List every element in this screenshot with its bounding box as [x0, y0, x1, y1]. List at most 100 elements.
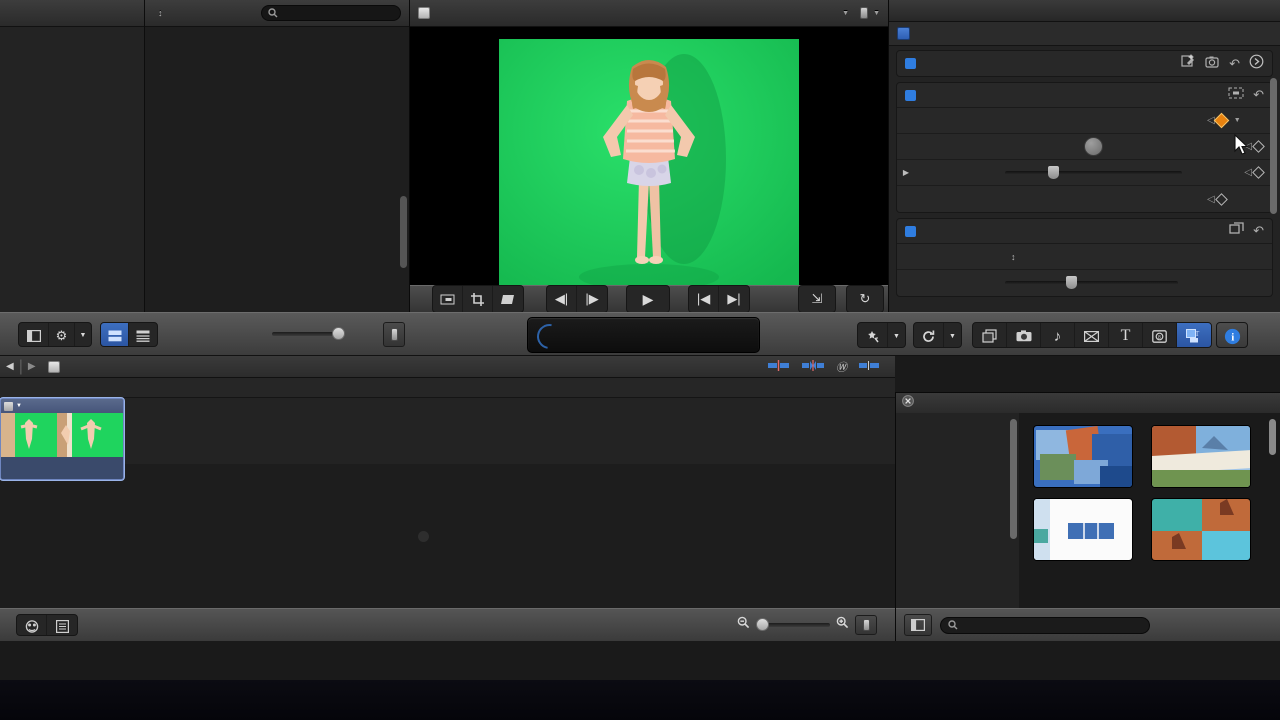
transform-enable-checkbox[interactable]: [905, 89, 916, 101]
play-icon[interactable]: ▶: [627, 286, 669, 312]
clip-duration-slider[interactable]: [272, 327, 345, 340]
gear-icon[interactable]: ⚙: [49, 323, 75, 346]
timeline-canvas[interactable]: ▼: [0, 398, 895, 620]
zoom-menu-chevron-icon[interactable]: ▼: [842, 10, 849, 17]
viewer-display-chevron-icon[interactable]: ▼: [873, 10, 880, 17]
color-board-icon[interactable]: [1181, 54, 1196, 73]
disclosure-icon[interactable]: [1249, 54, 1264, 74]
thumbnail-height-icon[interactable]: [383, 322, 405, 347]
effects-browser-icon[interactable]: [973, 323, 1007, 347]
themes-sidebar-toggle-icon[interactable]: [904, 614, 932, 636]
timeline-back-icon[interactable]: ◀: [6, 361, 14, 372]
inspector-body[interactable]: ↶ ↶ ◁ ▼ ◁ ▶ ◁ ◁ ↶ ↕: [889, 46, 1280, 312]
scale-row[interactable]: ▶ ◁: [897, 160, 1272, 186]
themes-category-list[interactable]: [896, 413, 1019, 609]
rotation-keyframe-button[interactable]: [1252, 140, 1265, 153]
photos-browser-icon[interactable]: [1007, 323, 1041, 347]
position-keyframe-menu-icon[interactable]: ▼: [1234, 117, 1241, 124]
themes-grid-scrollbar[interactable]: [1269, 419, 1276, 455]
scale-slider-knob[interactable]: [1047, 165, 1059, 179]
crop-left-slider[interactable]: [1005, 276, 1178, 289]
fullscreen-icon[interactable]: ⇲: [799, 286, 835, 312]
scale-keyframe-button[interactable]: [1252, 166, 1265, 179]
generators-icon[interactable]: T: [1109, 323, 1143, 347]
crop-tool-icon[interactable]: [463, 286, 493, 312]
crop-type-stepper-icon[interactable]: ↕: [1011, 252, 1016, 262]
correction-enable-checkbox[interactable]: [905, 58, 916, 69]
inspector-info-icon[interactable]: i: [1217, 323, 1247, 347]
rotation-row[interactable]: ◁: [897, 134, 1272, 160]
music-browser-icon[interactable]: ♪: [1041, 323, 1075, 347]
all-clips-stepper-icon[interactable]: ↕: [158, 8, 163, 18]
rotation-dial[interactable]: [1084, 137, 1104, 156]
scale-disclosure-icon[interactable]: ▶: [897, 168, 915, 177]
correction-header[interactable]: ↶: [897, 51, 1272, 76]
crop-left-slider-knob[interactable]: [1065, 276, 1077, 289]
position-row[interactable]: ◁ ▼: [897, 108, 1272, 134]
onscreen-controls-icon[interactable]: [1228, 86, 1244, 104]
close-icon[interactable]: [902, 394, 914, 412]
browser-scrollbar[interactable]: [400, 196, 407, 268]
crop-type-row[interactable]: ↕: [897, 244, 1272, 270]
gear-menu-chevron-icon[interactable]: ▼: [75, 323, 91, 346]
go-to-end-icon[interactable]: ▶|: [719, 286, 749, 312]
clip-disclosure-icon[interactable]: ▼: [16, 403, 22, 409]
crop-header[interactable]: ↶: [897, 219, 1272, 244]
solo-icon[interactable]: Ⓦ: [836, 359, 847, 375]
event-search-input[interactable]: [282, 7, 382, 19]
timeline-zoom-knob[interactable]: [756, 618, 769, 631]
step-backward-icon[interactable]: ◀|: [547, 286, 577, 312]
timeline-index-icon[interactable]: [47, 615, 77, 635]
event-browser-search[interactable]: [261, 5, 401, 21]
match-color-icon[interactable]: [1205, 55, 1220, 73]
themes-list-scrollbar[interactable]: [1010, 419, 1017, 539]
crop-reset-icon[interactable]: ↶: [1253, 223, 1264, 239]
reset-icon[interactable]: ↶: [1229, 56, 1240, 72]
timeline-forward-icon[interactable]: ▶: [28, 361, 36, 372]
theme-tile-boomerang-a-wrap[interactable]: [1033, 425, 1133, 490]
theme-tile-boomerang-b[interactable]: [1151, 425, 1251, 488]
anchor-row[interactable]: ◁: [897, 186, 1272, 212]
snapping-icon[interactable]: [859, 358, 879, 376]
project-properties-icon[interactable]: [17, 615, 47, 635]
list-view-icon[interactable]: [129, 323, 157, 346]
retime-icon[interactable]: [858, 323, 888, 347]
themes-browser-icon[interactable]: 8: [1143, 323, 1177, 347]
sidebar-toggle-icon[interactable]: [19, 323, 49, 346]
timeline-ruler[interactable]: [0, 378, 895, 398]
audio-skimming-icon[interactable]: [802, 358, 824, 376]
skimming-icon[interactable]: [768, 358, 790, 376]
position-keyframe-button[interactable]: [1213, 112, 1229, 129]
crop-enable-checkbox[interactable]: [905, 225, 916, 237]
anchor-keyframe-button[interactable]: [1214, 192, 1228, 206]
theme-tile-center-wrap[interactable]: [1033, 498, 1133, 563]
inspector-scrollbar[interactable]: [1270, 78, 1277, 214]
rotation-keyframe-prev-icon[interactable]: ◁: [1244, 141, 1252, 152]
theme-tile-center-reveal-wrap[interactable]: [1151, 498, 1251, 563]
position-keyframe-prev-icon[interactable]: ◁: [1207, 115, 1215, 126]
viewer-canvas[interactable]: [410, 27, 888, 312]
anchor-keyframe-prev-icon[interactable]: ◁: [1207, 194, 1215, 205]
clip-duration-knob[interactable]: [332, 327, 345, 340]
loop-icon[interactable]: ↻: [847, 286, 883, 312]
enhance-menu-icon[interactable]: ▼: [944, 323, 961, 347]
theme-tile-center[interactable]: [1033, 498, 1133, 561]
theme-tile-boomerang-a[interactable]: [1033, 425, 1133, 488]
theme-tile-center-reveal[interactable]: [1151, 498, 1251, 561]
viewer-display-options-icon[interactable]: [860, 7, 869, 19]
scale-keyframe-prev-icon[interactable]: ◁: [1244, 167, 1252, 178]
crop-onscreen-icon[interactable]: [1229, 222, 1244, 240]
crop-left-row[interactable]: [897, 270, 1272, 296]
themes-search[interactable]: [940, 616, 1150, 634]
titles-browser-icon[interactable]: [1075, 323, 1109, 347]
theme-tile-boomerang-b-wrap[interactable]: [1151, 425, 1251, 490]
enhance-icon[interactable]: [914, 323, 944, 347]
zoom-in-icon[interactable]: [836, 616, 849, 634]
transform-reset-icon[interactable]: ↶: [1253, 87, 1264, 103]
zoom-out-icon[interactable]: [737, 616, 750, 634]
themes-grid[interactable]: [1019, 413, 1280, 609]
transform-tool-icon[interactable]: [433, 286, 463, 312]
retime-menu-icon[interactable]: ▼: [888, 323, 905, 347]
timeline-clip[interactable]: ▼: [0, 398, 124, 480]
scale-slider[interactable]: [1005, 165, 1183, 179]
